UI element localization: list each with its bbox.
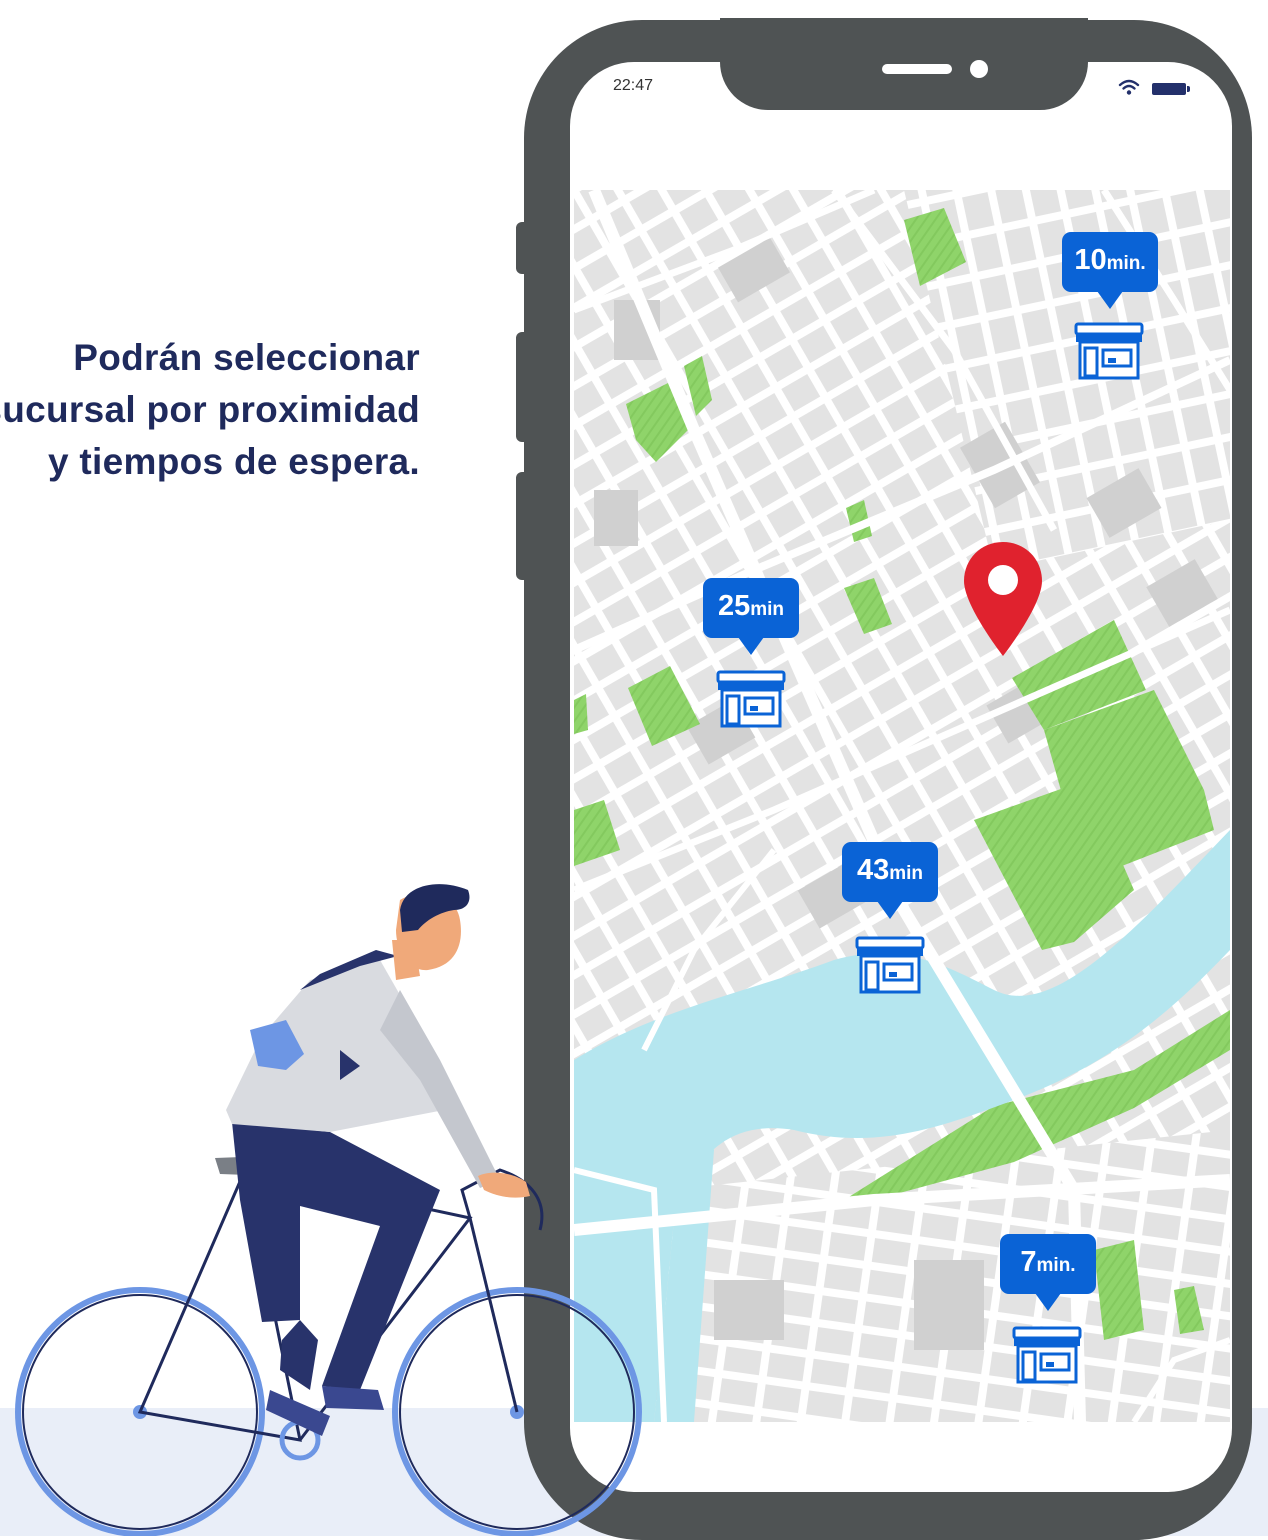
phone-speaker [882,64,952,74]
wait-time-unit: min [750,599,785,620]
wifi-icon [1118,79,1140,95]
store-icon[interactable] [855,936,925,994]
caption-line-1: Podrán seleccionar [73,337,420,378]
wait-time-number: 25 [717,590,751,622]
caption-text: Podrán seleccionar sucursal por proximid… [0,332,420,488]
map-pin-icon [964,542,1042,656]
wait-time-unit: min [889,863,924,884]
wait-time-marker-1[interactable]: 10 min. [1062,232,1158,309]
caption-line-3: y tiempos de espera. [47,441,420,482]
wait-time-marker-4[interactable]: 7 min. [1000,1234,1096,1311]
caption-line-2: sucursal por proximidad [0,389,420,430]
store-icon[interactable] [1074,322,1144,380]
wait-time-unit: min. [1106,253,1146,274]
cyclist-illustration [15,884,642,1536]
wait-time-number: 7 [1020,1246,1037,1278]
status-time: 22:47 [613,77,654,94]
battery-icon [1152,83,1190,95]
wait-time-unit: min. [1036,1255,1076,1276]
wait-time-marker-3[interactable]: 43 min [842,842,938,919]
wait-time-number: 43 [856,854,890,886]
store-icon[interactable] [1012,1326,1082,1384]
wait-time-number: 10 [1074,244,1107,276]
wait-time-marker-2[interactable]: 25 min [703,578,799,655]
phone-camera [970,60,988,78]
store-icon[interactable] [716,670,786,728]
